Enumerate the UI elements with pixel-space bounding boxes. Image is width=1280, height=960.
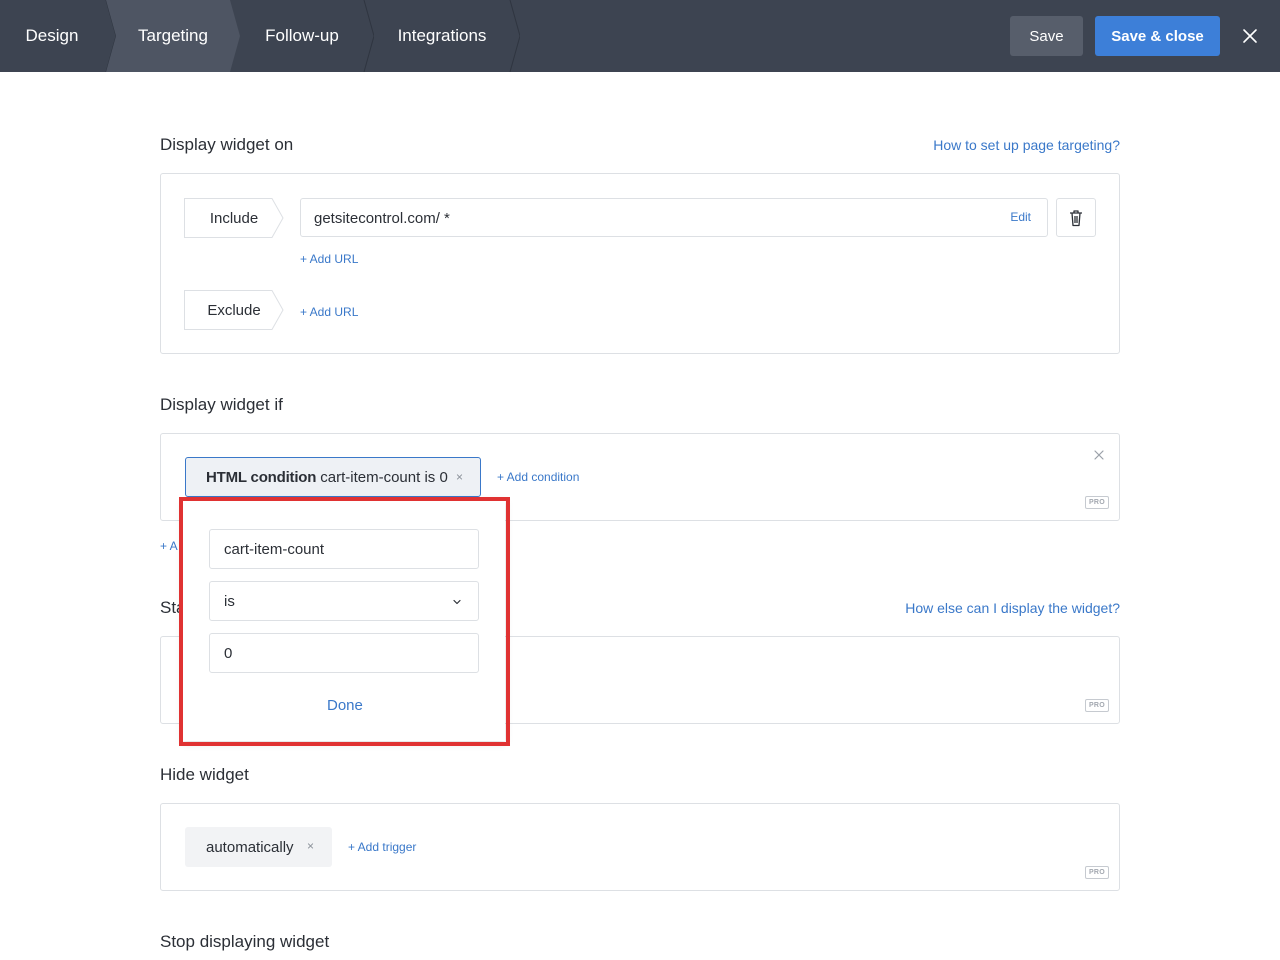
- tab-targeting-label: Targeting: [138, 26, 208, 45]
- exclude-button[interactable]: Exclude: [184, 290, 284, 330]
- stop-displaying-title: Stop displaying widget: [160, 932, 330, 951]
- page-targeting-help-link[interactable]: How to set up page targeting?: [933, 137, 1120, 153]
- close-icon[interactable]: [1238, 24, 1262, 48]
- exclude-label: Exclude: [207, 301, 261, 319]
- include-button[interactable]: Include: [184, 198, 284, 238]
- done-button[interactable]: Done: [327, 697, 363, 714]
- operator-select[interactable]: is: [209, 581, 479, 621]
- include-label: Include: [209, 209, 259, 227]
- tab-targeting[interactable]: Targeting: [106, 0, 240, 72]
- remove-trigger-icon[interactable]: ×: [307, 839, 314, 853]
- tab-integrations[interactable]: Integrations: [364, 0, 516, 72]
- html-condition-chip[interactable]: HTML condition cart-item-count is 0 ×: [185, 457, 481, 497]
- delete-url-button[interactable]: [1056, 198, 1096, 237]
- close-icon[interactable]: [1093, 448, 1105, 466]
- tab-design[interactable]: Design: [0, 0, 110, 72]
- add-condition-link[interactable]: + Add condition: [497, 470, 579, 484]
- tab-design-label: Design: [25, 26, 79, 45]
- tab-follow-up[interactable]: Follow-up: [236, 0, 368, 72]
- exclude-add-url-link[interactable]: + Add URL: [300, 305, 358, 319]
- top-navigation-bar: Design Targeting Follow-up Integrations …: [0, 0, 1280, 72]
- tab-follow-up-label: Follow-up: [265, 26, 339, 45]
- pro-badge: PRO: [1085, 496, 1109, 509]
- save-and-close-button[interactable]: Save & close: [1095, 16, 1220, 56]
- remove-condition-icon[interactable]: ×: [456, 470, 463, 484]
- hide-widget-title: Hide widget: [160, 765, 249, 784]
- automatically-chip[interactable]: automatically ×: [185, 827, 332, 867]
- add-link-fragment[interactable]: + A: [160, 539, 178, 553]
- field-name-input[interactable]: cart-item-count: [209, 529, 479, 569]
- start-section-title: Sta: [160, 598, 186, 617]
- include-url-field[interactable]: getsitecontrol.com/ * Edit: [300, 198, 1048, 237]
- chevron-down-icon: [453, 599, 461, 605]
- pro-badge: PRO: [1085, 866, 1109, 879]
- display-widget-on-title: Display widget on: [160, 135, 294, 154]
- value-text: 0: [224, 644, 233, 662]
- operator-value: is: [224, 592, 235, 610]
- tab-integrations-label: Integrations: [397, 26, 487, 45]
- edit-url-link[interactable]: Edit: [1010, 210, 1031, 224]
- trash-icon: [1070, 209, 1082, 226]
- include-url-value: getsitecontrol.com/ *: [314, 210, 450, 227]
- field-name-value: cart-item-count: [224, 540, 325, 558]
- display-widget-help-link[interactable]: How else can I display the widget?: [905, 600, 1120, 616]
- condition-type-label: HTML condition: [206, 468, 317, 486]
- tab-separator: [508, 0, 520, 72]
- automatically-label: automatically: [206, 838, 294, 856]
- include-add-url-link[interactable]: + Add URL: [300, 252, 358, 266]
- condition-text: cart-item-count is 0: [320, 468, 448, 486]
- value-input[interactable]: 0: [209, 633, 479, 673]
- save-button[interactable]: Save: [1010, 16, 1083, 56]
- add-trigger-link[interactable]: + Add trigger: [348, 840, 416, 854]
- pro-badge: PRO: [1085, 699, 1109, 712]
- display-widget-if-title: Display widget if: [160, 395, 283, 414]
